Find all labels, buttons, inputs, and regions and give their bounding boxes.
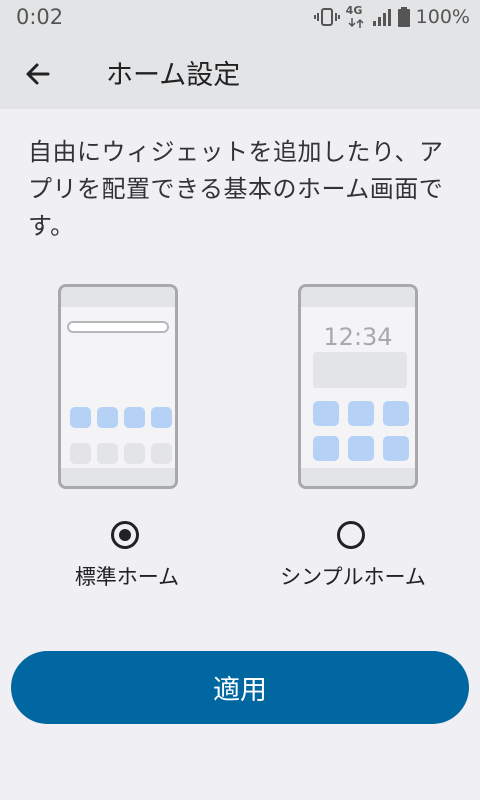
preview-app-icon (124, 443, 145, 464)
preview-app-icon (313, 401, 339, 426)
standard-home-radio[interactable] (111, 521, 139, 549)
standard-home-label: 標準ホーム (74, 565, 180, 589)
arrow-back-icon (26, 63, 50, 85)
simple-home-preview: 12:34 (298, 284, 418, 489)
preview-app-icon (70, 407, 91, 428)
app-bar: ホーム設定 (0, 36, 480, 109)
status-bar: 0:02 4G 100% (0, 0, 480, 36)
status-time: 0:02 (16, 5, 64, 29)
standard-home-preview (58, 284, 178, 489)
preview-app-icon (70, 443, 91, 464)
simple-home-label: シンプルホーム (280, 565, 426, 589)
signal-icon (372, 8, 392, 26)
vibrate-icon (313, 7, 340, 27)
preview-app-icon (348, 436, 374, 461)
apply-button[interactable]: 適用 (11, 651, 469, 724)
preview-status-bar (301, 287, 415, 307)
preview-app-icon (313, 436, 339, 461)
preview-app-icon (383, 436, 409, 461)
battery-icon (397, 7, 410, 27)
preview-app-icon (124, 407, 145, 428)
preview-app-icon (383, 401, 409, 426)
preview-status-bar (61, 287, 175, 307)
status-icons: 4G 100% (313, 4, 470, 28)
preview-app-icon (97, 443, 118, 464)
preview-widget (313, 352, 407, 388)
preview-clock: 12:34 (323, 323, 393, 351)
network-type-label: 4G (345, 4, 363, 17)
back-button[interactable] (22, 58, 54, 90)
preview-nav-bar (61, 468, 175, 486)
description-text: 自由にウィジェットを追加したり、アプリを配置できる基本のホーム画面です。 (28, 138, 444, 240)
page-title: ホーム設定 (106, 60, 241, 91)
simple-home-radio[interactable] (337, 521, 365, 549)
preview-app-icon (151, 407, 172, 428)
preview-nav-bar (301, 468, 415, 486)
battery-level: 100% (415, 6, 470, 28)
preview-app-icon (97, 407, 118, 428)
preview-search-bar (67, 321, 169, 333)
preview-app-icon (348, 401, 374, 426)
preview-app-icon (151, 443, 172, 464)
network-type-icon: 4G (345, 4, 366, 28)
